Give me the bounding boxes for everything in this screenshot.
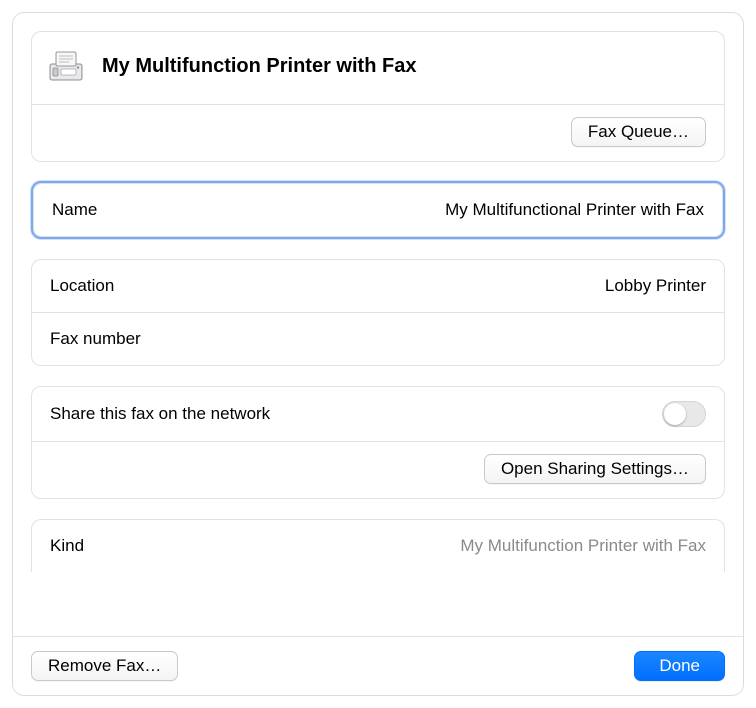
- remove-fax-button[interactable]: Remove Fax…: [31, 651, 178, 681]
- location-row[interactable]: Location Lobby Printer: [32, 260, 724, 312]
- name-label: Name: [52, 200, 97, 220]
- kind-value: My Multifunction Printer with Fax: [460, 536, 706, 556]
- sharing-group: Share this fax on the network Open Shari…: [31, 386, 725, 499]
- name-group[interactable]: Name My Multifunctional Printer with Fax: [31, 181, 725, 239]
- done-button[interactable]: Done: [634, 651, 725, 681]
- location-value[interactable]: Lobby Printer: [605, 276, 706, 296]
- fax-queue-row: Fax Queue…: [32, 105, 724, 161]
- kind-row: Kind My Multifunction Printer with Fax: [32, 520, 724, 572]
- fax-machine-icon: [44, 46, 88, 86]
- share-toggle[interactable]: [662, 401, 706, 427]
- content-area: My Multifunction Printer with Fax Fax Qu…: [13, 13, 743, 636]
- fax-number-label: Fax number: [50, 329, 141, 349]
- kind-group: Kind My Multifunction Printer with Fax: [31, 519, 725, 572]
- footer: Remove Fax… Done: [13, 636, 743, 695]
- fax-settings-panel: My Multifunction Printer with Fax Fax Qu…: [12, 12, 744, 696]
- open-sharing-settings-button[interactable]: Open Sharing Settings…: [484, 454, 706, 484]
- kind-label: Kind: [50, 536, 84, 556]
- fax-number-row[interactable]: Fax number: [32, 313, 724, 365]
- panel-title: My Multifunction Printer with Fax: [102, 55, 416, 78]
- sharing-settings-row: Open Sharing Settings…: [32, 442, 724, 498]
- header-group: My Multifunction Printer with Fax Fax Qu…: [31, 31, 725, 162]
- header-row: My Multifunction Printer with Fax: [32, 32, 724, 104]
- name-value[interactable]: My Multifunctional Printer with Fax: [445, 200, 704, 220]
- share-label: Share this fax on the network: [50, 404, 270, 424]
- location-fax-group: Location Lobby Printer Fax number: [31, 259, 725, 366]
- location-label: Location: [50, 276, 114, 296]
- share-toggle-row: Share this fax on the network: [32, 387, 724, 441]
- name-row[interactable]: Name My Multifunctional Printer with Fax: [34, 184, 722, 236]
- fax-queue-button[interactable]: Fax Queue…: [571, 117, 706, 147]
